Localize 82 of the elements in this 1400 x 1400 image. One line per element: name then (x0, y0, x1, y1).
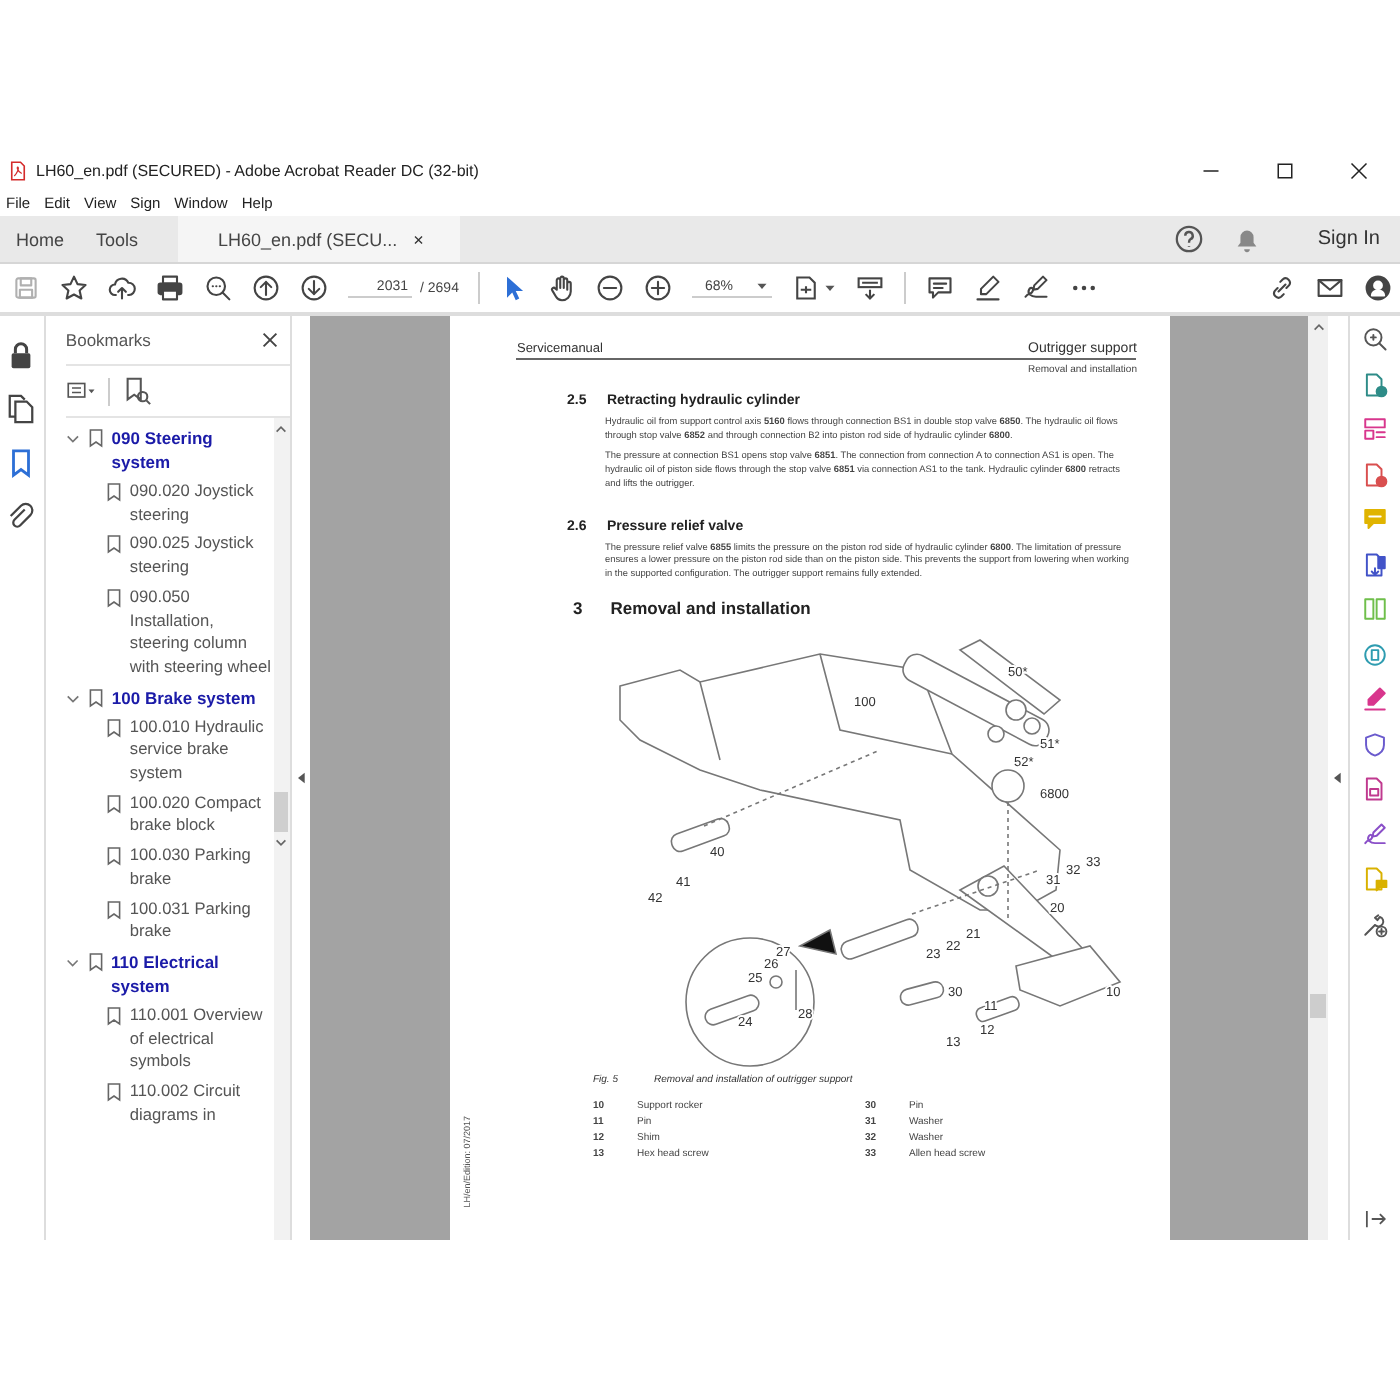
mail-icon[interactable] (1316, 274, 1344, 302)
document-plus-icon[interactable] (1362, 371, 1389, 397)
scrollbar[interactable] (1308, 316, 1329, 1240)
chapter-number: 3 (572, 597, 583, 618)
signature-pen-icon[interactable] (1022, 274, 1051, 302)
bookmark-item[interactable]: 100.030 Parking brake (129, 844, 274, 892)
sign-in-button[interactable]: Sign In (1297, 216, 1400, 262)
pen-icon[interactable] (1362, 686, 1389, 712)
bookmark-item[interactable]: 100.020 Compact brake block (129, 791, 274, 839)
pdf-file-icon (8, 159, 28, 181)
bookmark-icon (105, 1082, 122, 1103)
bookmark-icon (87, 951, 104, 972)
cloud-upload-icon[interactable] (108, 274, 136, 302)
magnifier-icon[interactable] (1362, 326, 1389, 352)
fit-page-icon[interactable] (792, 274, 821, 302)
bookmark-icon (105, 587, 122, 608)
scrollbar-thumb[interactable] (1310, 994, 1327, 1018)
tab[interactable]: LH60_en.pdf (SECU... × (178, 216, 461, 262)
chevron-icon[interactable] (65, 955, 80, 970)
scroll-up-icon[interactable] (1311, 320, 1326, 334)
window-title: LH60_en.pdf (SECURED) - Adobe Acrobat Reader DC (32-bit) (36, 161, 479, 179)
paperclip-icon[interactable] (6, 502, 37, 532)
tab[interactable]: Home (0, 216, 81, 262)
star-icon[interactable] (60, 274, 88, 302)
bookmark-icon (87, 428, 104, 448)
chevron-icon[interactable] (65, 432, 80, 446)
comment-icon[interactable] (926, 274, 955, 302)
hand-icon[interactable] (548, 274, 577, 302)
tab-close-button[interactable]: × (413, 229, 424, 249)
user-icon[interactable] (1364, 274, 1392, 302)
bookmark-icon (105, 846, 122, 867)
scroll-down-icon[interactable] (274, 836, 289, 850)
signature-pen-icon[interactable] (1362, 821, 1389, 847)
bookmark-item[interactable]: 090.020 Joystick steering (129, 480, 274, 527)
scroll-up-icon[interactable] (274, 422, 289, 436)
bookmark-icon (105, 717, 122, 738)
close-icon[interactable] (261, 332, 278, 348)
bookmark-item[interactable]: 110.001 Overview of electrical symbols (129, 1003, 274, 1075)
bookmark-icon (105, 793, 122, 814)
arrow-up-circle-icon[interactable] (252, 274, 280, 302)
chapter-heading: Removal and installation (610, 597, 811, 618)
maximize-icon[interactable] (1276, 161, 1294, 179)
collapse-panel-icon[interactable] (297, 772, 305, 784)
bookmark-icon (105, 534, 122, 555)
zoom-out-icon[interactable] (596, 274, 625, 302)
panel-title: Bookmarks (65, 330, 151, 350)
caret-icon (756, 280, 769, 292)
bookmark-icon (105, 899, 122, 920)
bookmark-icon (87, 687, 104, 708)
scrollbar[interactable] (273, 418, 290, 1240)
bookmark-item[interactable]: 090.025 Joystick steering (129, 532, 274, 580)
caret-icon[interactable] (824, 282, 837, 294)
bookmark-item[interactable]: 090.050 Installation, steering column with steering wheel (129, 585, 274, 680)
document-plus-icon[interactable] (1362, 461, 1389, 487)
arrow-down-circle-icon[interactable] (300, 274, 328, 302)
print-icon[interactable] (156, 274, 184, 302)
scrollbar-thumb[interactable] (274, 792, 289, 832)
bookmark-item[interactable]: 100.010 Hydraulic service brake system (129, 715, 274, 786)
link-icon[interactable] (1268, 274, 1296, 302)
bookmark-heading[interactable]: 100 Brake system (111, 685, 256, 710)
pen-icon[interactable] (974, 274, 1003, 302)
scroll-mode-icon[interactable] (856, 274, 885, 302)
tab[interactable]: Tools (80, 216, 155, 262)
expand-panel-icon[interactable] (1362, 1206, 1389, 1232)
help-icon[interactable] (1173, 224, 1204, 254)
bookmark-icon (105, 1005, 122, 1026)
layout-icon[interactable] (1362, 416, 1389, 442)
chevron-icon[interactable] (65, 691, 80, 706)
bookmark-item[interactable]: 110.002 Circuit diagrams in (129, 1080, 274, 1127)
pages-icon[interactable] (6, 394, 37, 424)
close-icon[interactable] (1350, 161, 1368, 179)
shield-icon[interactable] (1362, 731, 1389, 757)
document-arrow-icon[interactable] (1362, 551, 1389, 577)
collapse-panel-icon[interactable] (1334, 772, 1343, 784)
bookmark-heading[interactable]: 110 Electrical system (111, 949, 274, 998)
bookmark-heading[interactable]: 090 Steering system (111, 426, 274, 474)
zoom-in-icon[interactable] (644, 274, 673, 302)
bookmark-icon (105, 482, 122, 502)
search-icon[interactable] (204, 274, 232, 302)
wrench-plus-icon[interactable] (1362, 911, 1389, 937)
bookmark-search-icon[interactable] (121, 376, 152, 406)
bookmark-item[interactable]: 100.031 Parking brake (129, 897, 274, 944)
